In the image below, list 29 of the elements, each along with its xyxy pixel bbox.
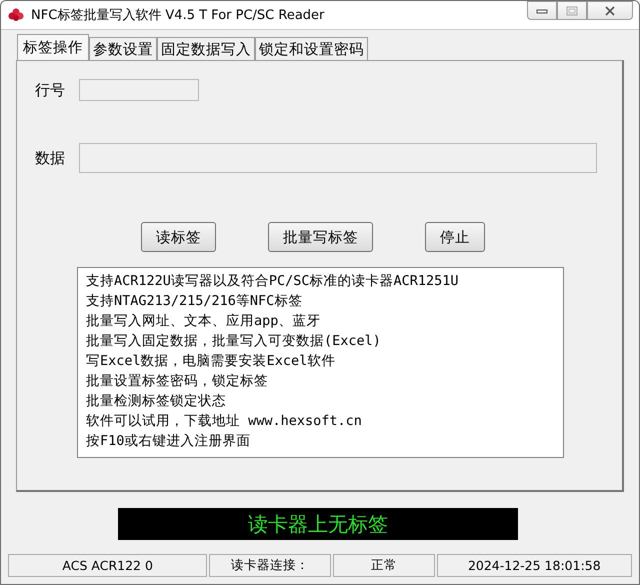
- info-line: 支持NTAG213/215/216等NFC标签: [86, 292, 304, 311]
- status-bar-panel: 2024-12-25 18:01:58: [436, 554, 632, 577]
- window-title: NFC标签批量写入软件 V4.5 T For PC/SC Reader: [31, 7, 324, 24]
- flower-icon: [7, 7, 25, 23]
- field-label: 数据: [35, 148, 66, 168]
- close-button[interactable]: [587, 1, 633, 20]
- info-line: 支持ACR122U读写器以及符合PC/SC标准的读卡器ACR1251U: [86, 272, 460, 291]
- info-line: 批量写入固定数据，批量写入可变数据(Excel): [86, 332, 382, 351]
- info-line: 批量设置标签密码，锁定标签: [86, 372, 269, 391]
- action-button[interactable]: 停止: [425, 222, 485, 252]
- action-button[interactable]: 批量写标签: [268, 222, 373, 252]
- info-line: 软件可以试用，下载地址 www.hexsoft.cn: [86, 412, 363, 431]
- status-bar-panel: 读卡器连接：: [209, 554, 331, 577]
- tab[interactable]: 固定数据写入: [157, 37, 255, 60]
- status-bar-panel: 正常: [332, 554, 435, 577]
- status-bar-panel: ACS ACR122 0: [8, 554, 208, 577]
- tab[interactable]: 标签操作: [17, 34, 89, 60]
- tab[interactable]: 参数设置: [89, 37, 157, 60]
- status-message: 读卡器上无标签: [118, 508, 518, 540]
- field-label: 行号: [35, 80, 66, 100]
- info-line: 批量写入网址、文本、应用app、蓝牙: [86, 312, 322, 331]
- close-icon: [604, 6, 616, 16]
- info-line: 批量检测标签锁定状态: [86, 392, 227, 411]
- minimize-button[interactable]: [527, 1, 557, 20]
- maximize-icon: [566, 6, 578, 16]
- info-line: 写Excel数据，电脑需要安装Excel软件: [86, 352, 336, 371]
- tab[interactable]: 锁定和设置密码: [255, 37, 368, 60]
- info-line: 按F10或右键进入注册界面: [86, 432, 252, 451]
- action-button[interactable]: 读标签: [141, 222, 216, 252]
